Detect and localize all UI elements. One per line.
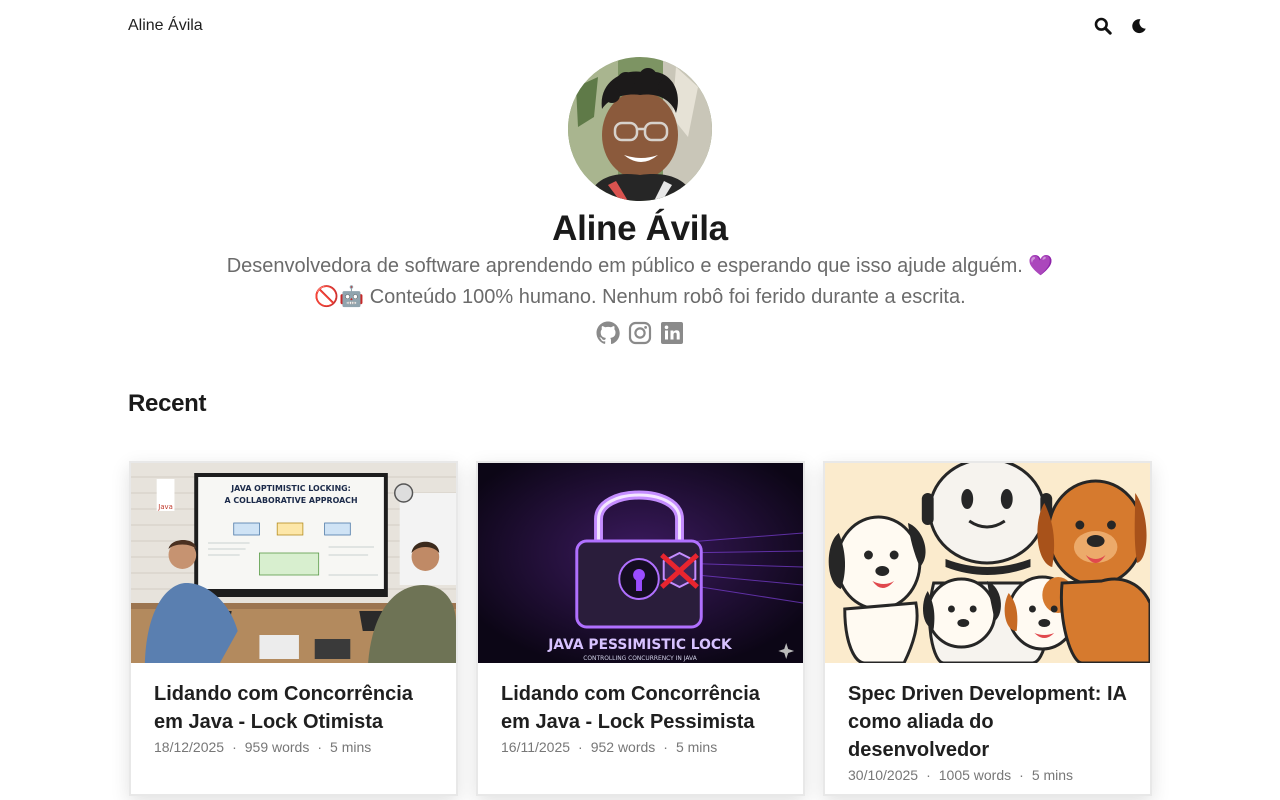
- meta-separator: ·: [232, 739, 237, 755]
- post-reading-time: 5 mins: [675, 739, 718, 755]
- post-thumbnail-optimistic-lock: JAVA OPTIMISTIC LOCKING: A COLLABORATIVE…: [131, 463, 456, 663]
- meta-separator: ·: [317, 739, 323, 755]
- post-date: 18/12/2025: [154, 739, 225, 755]
- post-card-2[interactable]: JAVA PESSIMISTIC LOCK CONTROLLING CONCUR…: [476, 461, 805, 796]
- bio-line-2: 🚫🤖 Conteúdo 100% humano. Nenhum robô foi…: [314, 286, 966, 308]
- recent-posts-list: JAVA OPTIMISTIC LOCKING: A COLLABORATIVE…: [129, 461, 1152, 796]
- post-meta: 18/12/2025 · 959 words · 5 mins: [154, 739, 434, 755]
- post-reading-time: 5 mins: [330, 739, 372, 755]
- svg-text:Java: Java: [157, 503, 173, 511]
- author-name: Aline Ávila: [552, 209, 728, 248]
- post-card-body: Spec Driven Development: IA como aliada …: [825, 663, 1150, 783]
- post-title[interactable]: Lidando com Concorrência em Java - Lock …: [154, 680, 434, 736]
- site-title-link[interactable]: Aline Ávila: [128, 17, 203, 35]
- meta-separator: ·: [1019, 767, 1024, 783]
- post-reading-time: 5 mins: [1031, 767, 1074, 783]
- post-date: 30/10/2025: [848, 767, 919, 783]
- meta-separator: ·: [926, 767, 931, 783]
- thumb-subheading: A COLLABORATIVE APPROACH: [224, 496, 357, 505]
- post-thumbnail-pessimistic-lock: JAVA PESSIMISTIC LOCK CONTROLLING CONCUR…: [478, 463, 803, 663]
- post-meta: 30/10/2025 · 1005 words · 5 mins: [848, 767, 1128, 783]
- post-card-body: Lidando com Concorrência em Java - Lock …: [131, 663, 456, 755]
- post-meta: 16/11/2025 · 952 words · 5 mins: [501, 739, 781, 755]
- post-word-count: 959 words: [244, 739, 310, 755]
- moon-icon[interactable]: [1128, 15, 1150, 37]
- search-icon[interactable]: [1092, 15, 1114, 37]
- social-links: [596, 321, 684, 345]
- thumb-heading: JAVA OPTIMISTIC LOCKING:: [230, 484, 351, 493]
- bio-line-1: Desenvolvedora de software aprendendo em…: [226, 255, 1054, 277]
- thumb-heading: JAVA PESSIMISTIC LOCK: [547, 637, 733, 653]
- linkedin-icon[interactable]: [660, 321, 684, 345]
- meta-separator: ·: [578, 739, 583, 755]
- post-title[interactable]: Spec Driven Development: IA como aliada …: [848, 680, 1128, 764]
- profile-section: Aline Ávila Desenvolvedora de software a…: [0, 57, 1280, 345]
- meta-separator: ·: [663, 739, 668, 755]
- avatar: [568, 57, 712, 201]
- recent-section-title: Recent: [128, 390, 207, 417]
- post-card-3[interactable]: Spec Driven Development: IA como aliada …: [823, 461, 1152, 796]
- instagram-icon[interactable]: [628, 321, 652, 345]
- thumb-subheading: CONTROLLING CONCURRENCY IN JAVA: [583, 655, 697, 662]
- post-card-body: Lidando com Concorrência em Java - Lock …: [478, 663, 803, 755]
- post-word-count: 952 words: [590, 739, 656, 755]
- post-title[interactable]: Lidando com Concorrência em Java - Lock …: [501, 680, 781, 736]
- github-icon[interactable]: [596, 321, 620, 345]
- post-date: 16/11/2025: [501, 739, 571, 755]
- post-card-1[interactable]: JAVA OPTIMISTIC LOCKING: A COLLABORATIVE…: [129, 461, 458, 796]
- top-navbar: Aline Ávila: [128, 0, 1152, 52]
- post-word-count: 1005 words: [938, 767, 1012, 783]
- post-thumbnail-spec-driven: [825, 463, 1150, 663]
- header-actions: [1092, 15, 1150, 37]
